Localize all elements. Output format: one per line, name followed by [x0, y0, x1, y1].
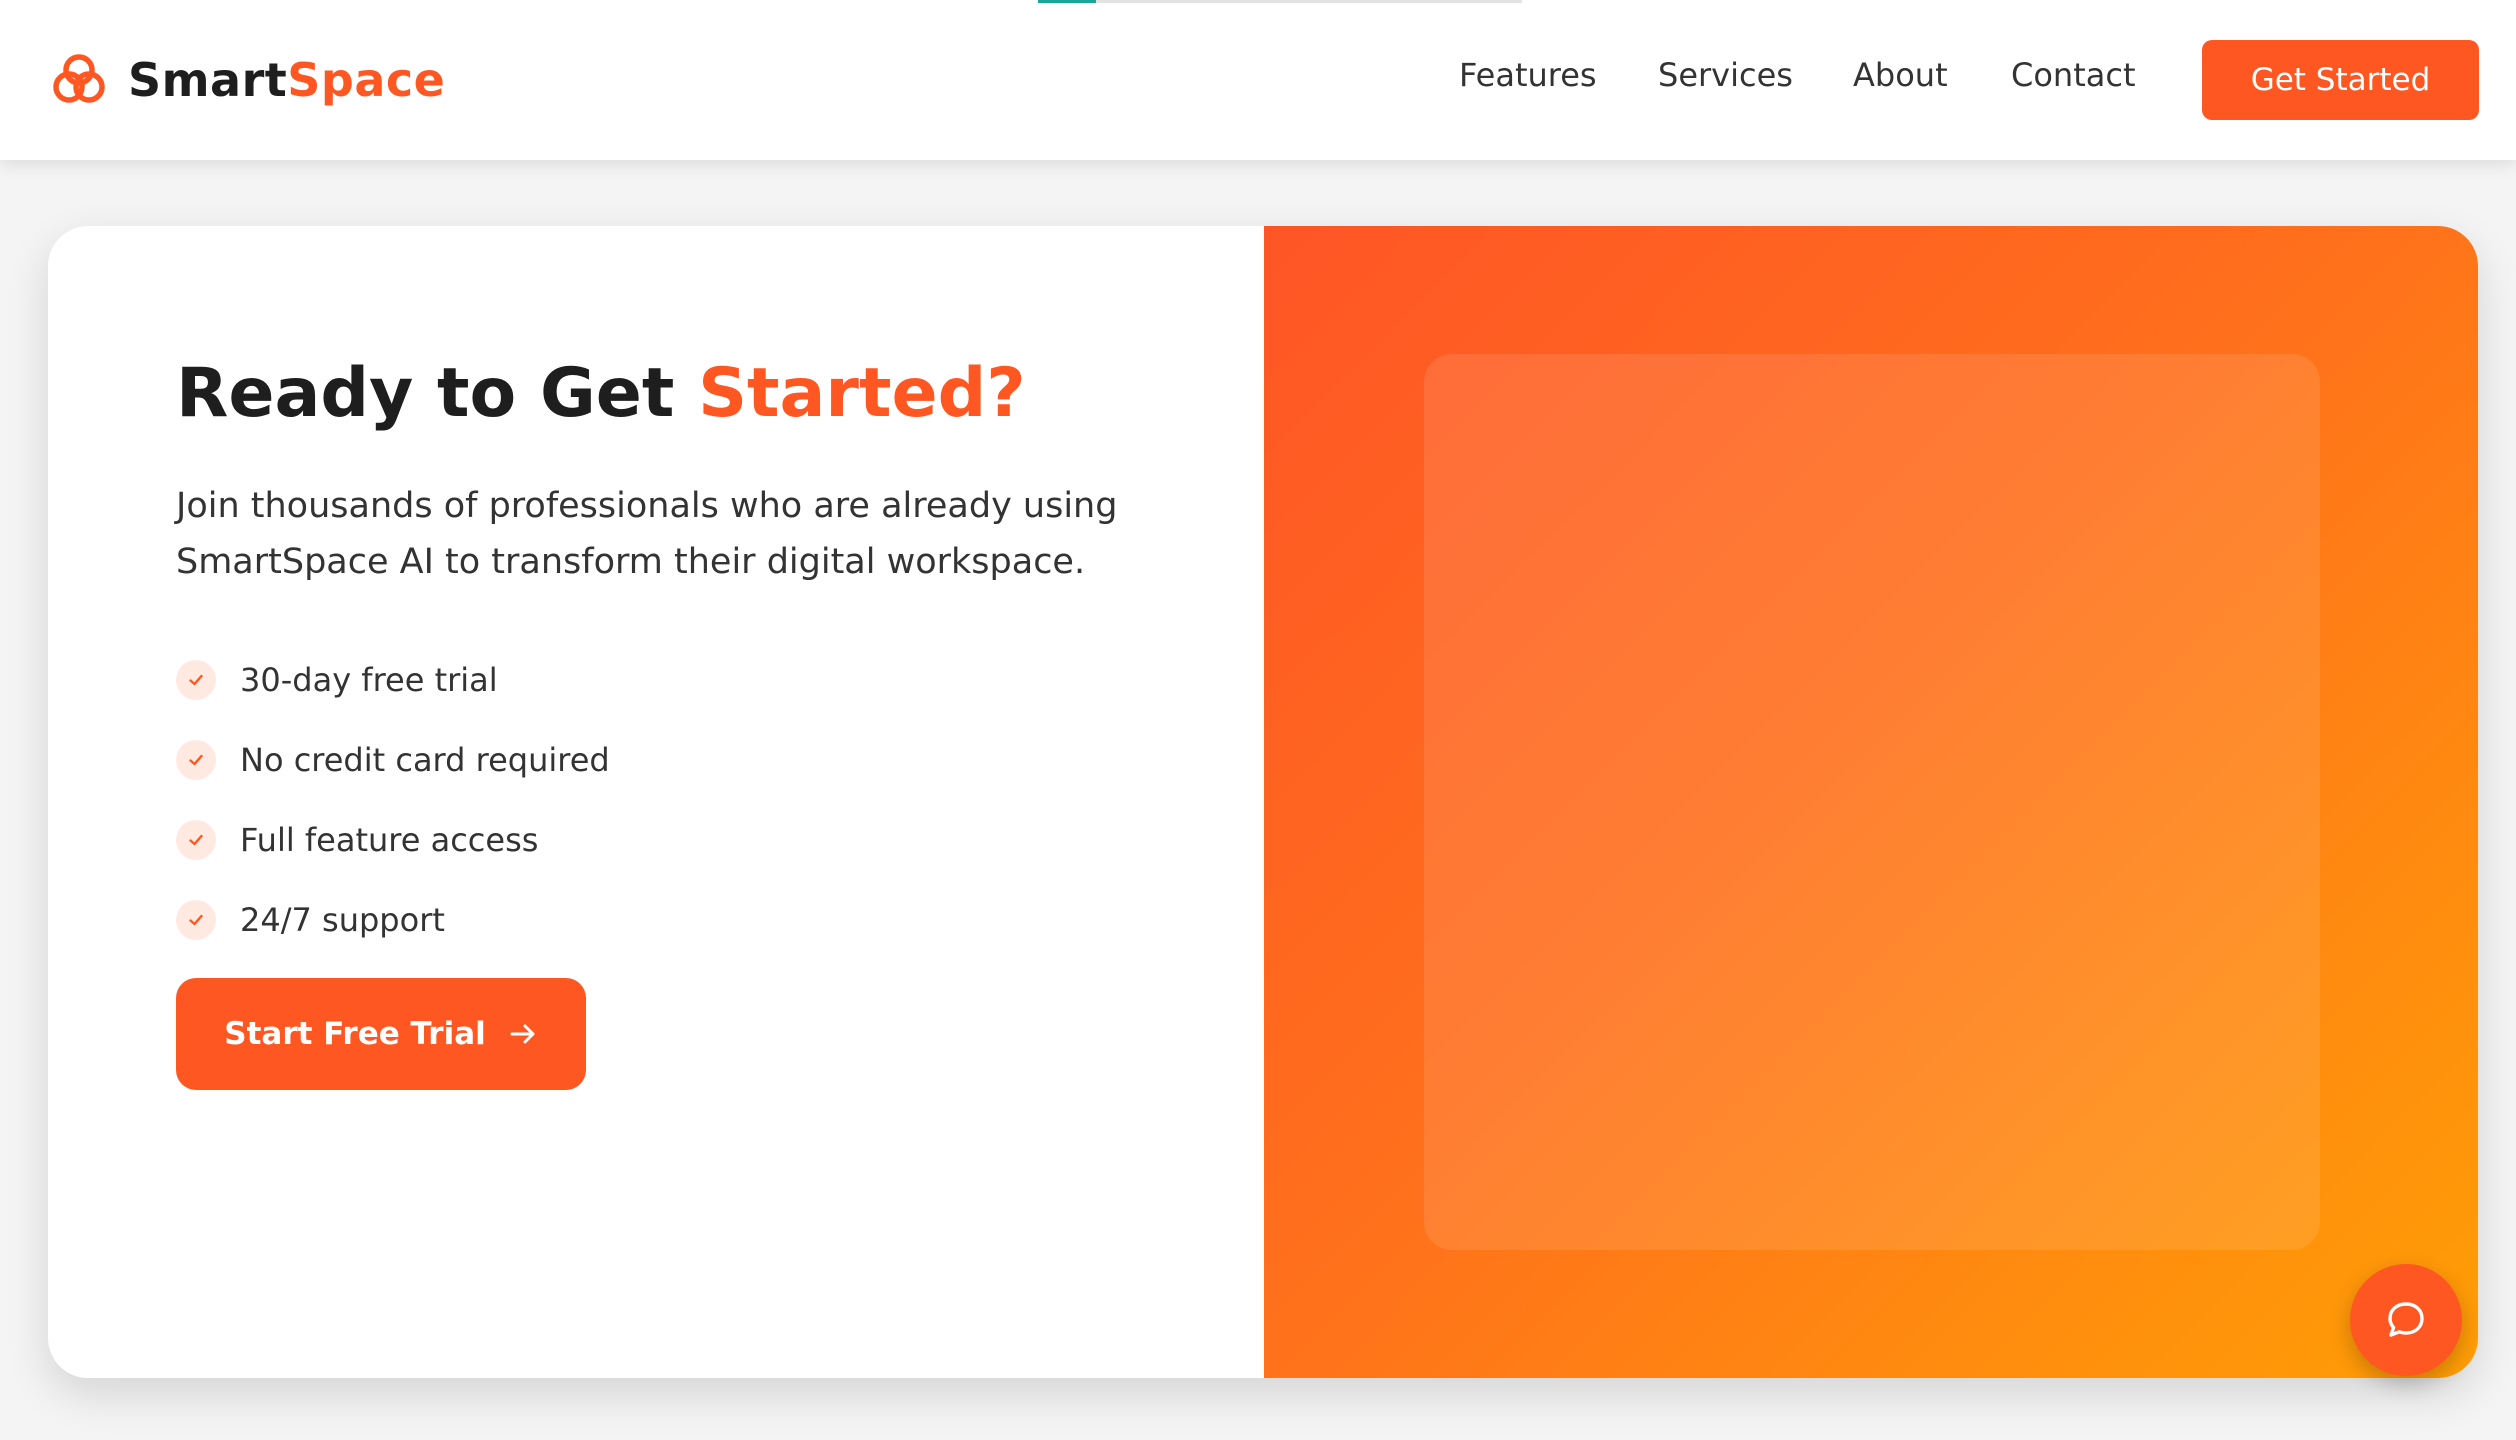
- feature-item: 30-day free trial: [176, 640, 610, 720]
- brand-logo[interactable]: SmartSpace: [50, 46, 445, 114]
- scroll-progress-fill: [1038, 0, 1097, 3]
- get-started-button[interactable]: Get Started: [2202, 40, 2479, 120]
- headline-accent: Started?: [698, 354, 1026, 433]
- logo-icon: [53, 54, 105, 103]
- nav-link-contact[interactable]: Contact: [2011, 56, 2136, 94]
- nav-link-services[interactable]: Services: [1658, 56, 1793, 94]
- cta-content: Ready to Get Started? Join thousands of …: [48, 226, 1264, 1378]
- nav-link-features[interactable]: Features: [1459, 56, 1597, 94]
- feature-label: No credit card required: [240, 741, 610, 779]
- feature-list: 30-day free trial No credit card require…: [176, 640, 610, 960]
- brand-name: SmartSpace: [128, 53, 445, 107]
- visual-panel: [1424, 354, 2320, 1250]
- brand-name-accent: Space: [287, 53, 446, 107]
- check-icon: [176, 820, 216, 860]
- chat-bubble-icon: [2388, 1302, 2424, 1337]
- site-header: SmartSpace Features Services About Conta…: [0, 0, 2516, 160]
- lead-text: Join thousands of professionals who are …: [176, 486, 1118, 582]
- scroll-progress-bar: [1038, 0, 1522, 3]
- check-icon: [176, 660, 216, 700]
- feature-label: 30-day free trial: [240, 661, 498, 699]
- check-icon: [176, 900, 216, 940]
- feature-item: No credit card required: [176, 720, 610, 800]
- feature-item: Full feature access: [176, 800, 610, 880]
- headline-main: Ready to Get: [176, 354, 699, 433]
- check-icon: [176, 740, 216, 780]
- cta-card: Ready to Get Started? Join thousands of …: [48, 226, 2478, 1378]
- nav-link-about[interactable]: About: [1853, 56, 1948, 94]
- arrow-right-icon: [508, 1019, 538, 1049]
- start-free-trial-label: Start Free Trial: [224, 1016, 486, 1052]
- feature-label: 24/7 support: [240, 901, 445, 939]
- page-title: Ready to Get Started?: [176, 354, 1026, 433]
- start-free-trial-button[interactable]: Start Free Trial: [176, 978, 586, 1090]
- feature-item: 24/7 support: [176, 880, 610, 960]
- feature-label: Full feature access: [240, 821, 539, 859]
- hero-visual: [1264, 226, 2478, 1378]
- chat-widget-button[interactable]: [2350, 1264, 2462, 1376]
- brand-name-primary: Smart: [128, 53, 288, 107]
